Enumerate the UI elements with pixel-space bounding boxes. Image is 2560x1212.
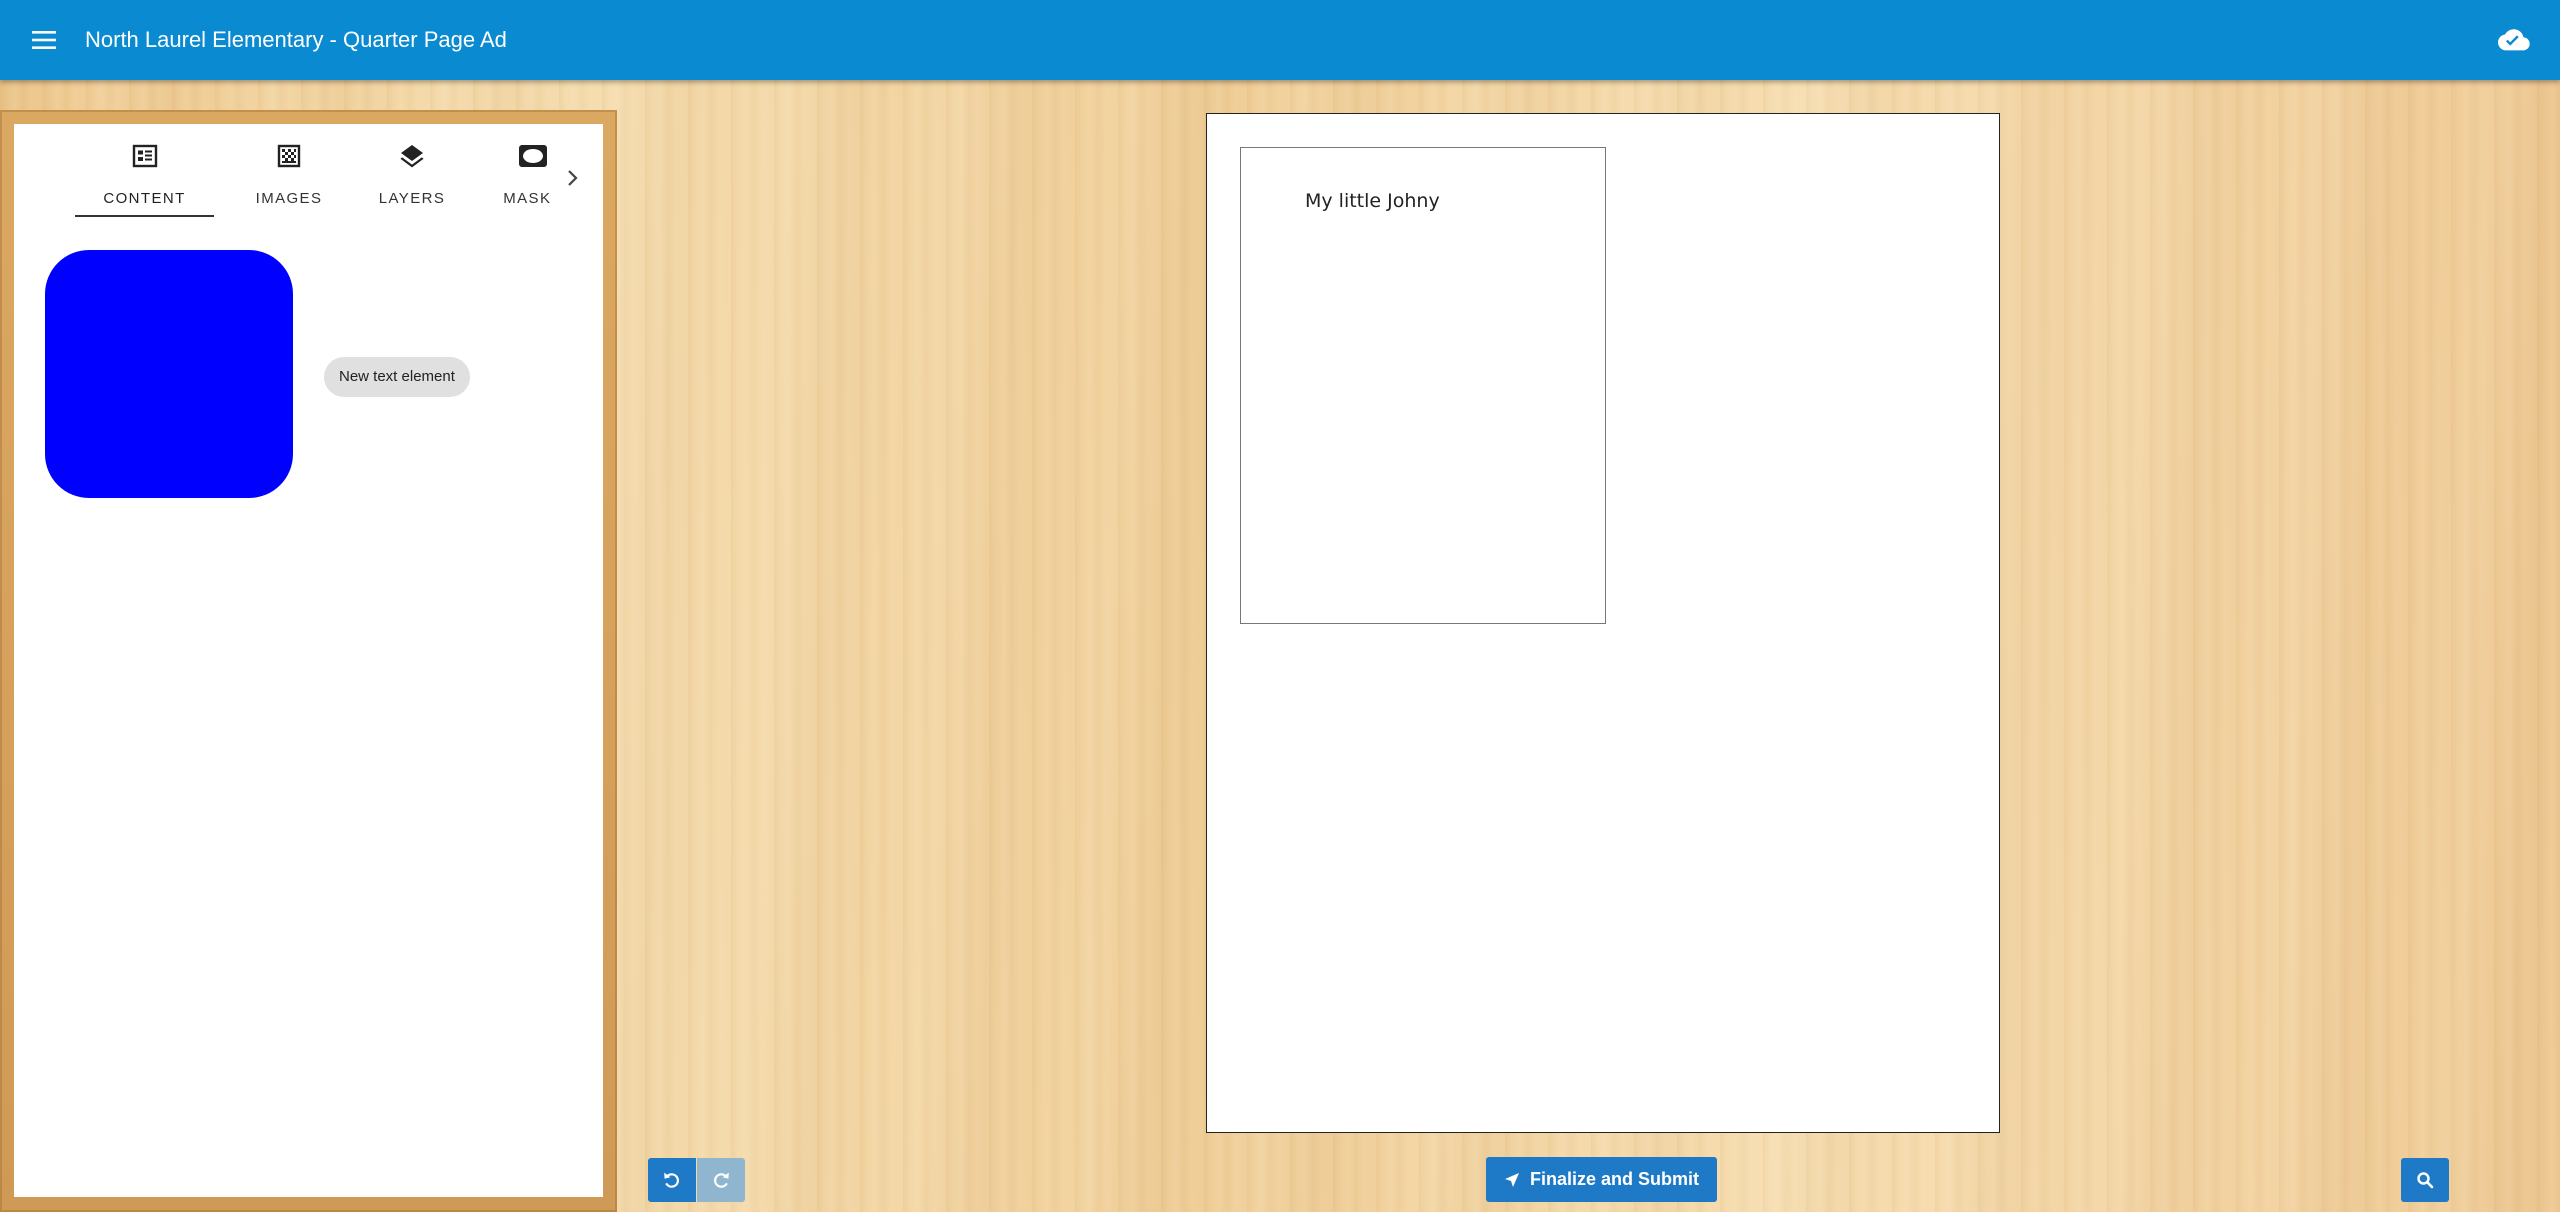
tabs-scroll-next-button[interactable] [557,158,587,198]
menu-icon [32,31,56,49]
text-box-content[interactable]: My little Johny [1305,190,1440,212]
send-icon [1504,1172,1520,1188]
search-icon [2417,1172,2434,1189]
active-tab-indicator [75,215,214,217]
text-box-element[interactable]: My little Johny [1240,147,1606,624]
mask-icon [518,142,548,170]
tab-content[interactable]: CONTENT [75,124,214,229]
new-text-element-chip[interactable]: New text element [324,357,470,397]
redo-button[interactable] [697,1158,745,1202]
app-title: North Laurel Elementary - Quarter Page A… [85,27,507,52]
finalize-submit-label: Finalize and Submit [1529,1169,1699,1189]
tab-images-label: IMAGES [255,190,323,207]
side-panel: CONTENT IMAGES LAYERS MASK New text elem… [14,124,603,1197]
ad-page-canvas: My little Johny [1206,113,2000,1133]
tab-scroll-area: CONTENT IMAGES LAYERS MASK [14,124,552,234]
tab-strip: CONTENT IMAGES LAYERS MASK [14,124,603,234]
side-panel-frame: CONTENT IMAGES LAYERS MASK New text elem… [0,110,617,1212]
tab-content-label: CONTENT [103,190,186,207]
texture-icon [277,142,301,170]
tab-layers-label: LAYERS [378,190,446,207]
undo-icon [664,1172,679,1188]
rounded-square-shape-element[interactable] [45,250,293,498]
chevron-right-icon [568,170,578,186]
tab-images[interactable]: IMAGES [229,124,349,229]
undo-button[interactable] [648,1158,696,1202]
cloud-done-icon [2498,29,2530,51]
zoom-button[interactable] [2401,1158,2449,1202]
menu-button[interactable] [22,18,66,62]
finalize-submit-button[interactable]: Finalize and Submit [1486,1157,1717,1202]
tab-masks[interactable]: MASKS [473,124,552,229]
tab-layers[interactable]: LAYERS [352,124,472,229]
app-bar: North Laurel Elementary - Quarter Page A… [0,0,2560,80]
layers-icon [399,142,425,170]
article-icon [132,142,158,170]
save-status-button[interactable] [2494,20,2534,60]
tab-masks-label: MASKS [503,190,552,207]
redo-icon [714,1172,729,1188]
